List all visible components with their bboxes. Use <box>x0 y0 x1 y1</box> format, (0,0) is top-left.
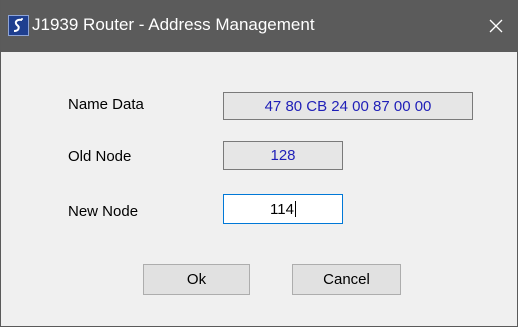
close-button[interactable] <box>473 0 518 52</box>
address-management-dialog: J1939 Router - Address Management Name D… <box>0 0 518 327</box>
window-title: J1939 Router - Address Management <box>32 15 315 34</box>
cancel-button[interactable]: Cancel <box>292 264 401 295</box>
title-bar: J1939 Router - Address Management <box>1 0 518 52</box>
name-data-label: Name Data <box>68 96 144 113</box>
new-node-label: New Node <box>68 203 139 220</box>
old-node-label: Old Node <box>68 148 132 165</box>
close-icon <box>489 19 503 33</box>
text-caret <box>294 201 296 217</box>
ok-button[interactable]: Ok <box>143 264 250 295</box>
name-data-field: 47 80 CB 24 00 87 00 00 <box>223 92 473 120</box>
app-logo-icon <box>8 15 29 36</box>
new-node-input[interactable]: 114 <box>223 194 343 224</box>
old-node-field: 128 <box>223 141 343 170</box>
new-node-value: 114 <box>270 200 294 218</box>
